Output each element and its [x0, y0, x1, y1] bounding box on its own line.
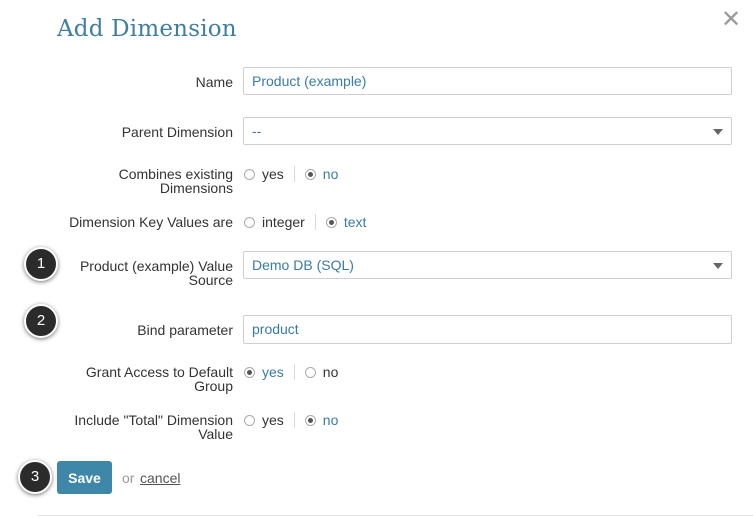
grant-no-label[interactable]: no [323, 364, 339, 380]
key-integer-label[interactable]: integer [262, 214, 305, 230]
key-text-radio[interactable] [325, 216, 337, 228]
value-source-label: Product (example) Value Source [33, 259, 233, 287]
or-text: or [122, 470, 135, 486]
dialog-title: Add Dimension [57, 16, 237, 42]
value-source-value: Demo DB (SQL) [252, 257, 354, 273]
combines-no-radio[interactable] [304, 168, 316, 180]
grant-yes-radio[interactable] [244, 366, 255, 378]
combines-existing-label-line1: Combines existing [118, 166, 233, 182]
combines-existing-label: Combines existing Dimensions [33, 167, 233, 195]
key-integer-radio[interactable] [244, 216, 255, 228]
include-total-label: Include "Total" Dimension Value [33, 413, 233, 441]
radio-separator [314, 214, 316, 230]
total-yes-label[interactable]: yes [262, 412, 284, 428]
total-no-label[interactable]: no [323, 412, 339, 428]
name-label: Name [195, 74, 233, 90]
key-values-radio-group: integer text [244, 214, 366, 230]
grant-yes-label[interactable]: yes [262, 364, 284, 380]
name-field[interactable]: Product (example) [243, 67, 732, 95]
chevron-down-icon [713, 263, 723, 269]
parent-dimension-value: -- [252, 123, 262, 139]
include-total-radio-group: yes no [244, 412, 338, 428]
grant-no-radio[interactable] [304, 366, 316, 378]
combines-existing-label-line2: Dimensions [159, 180, 233, 196]
close-icon[interactable]: ✕ [721, 8, 741, 32]
value-source-label-line1: Product (example) Value [79, 258, 233, 274]
radio-separator [293, 412, 295, 428]
bind-parameter-field[interactable]: product [243, 315, 732, 344]
grant-access-label-line2: Group [194, 378, 233, 394]
grant-access-label: Grant Access to Default Group [33, 365, 233, 393]
include-total-label-line2: Value [198, 426, 233, 442]
grant-access-radio-group: yes no [244, 364, 338, 380]
combines-no-label[interactable]: no [323, 166, 339, 182]
combines-yes-label[interactable]: yes [262, 166, 284, 182]
save-button[interactable]: Save [57, 461, 112, 494]
grant-access-label-line1: Grant Access to Default [85, 364, 233, 380]
key-values-label: Dimension Key Values are [69, 214, 233, 230]
radio-separator [293, 364, 295, 380]
key-text-label[interactable]: text [344, 214, 367, 230]
bind-parameter-label: Bind parameter [137, 322, 233, 338]
chevron-down-icon [713, 129, 723, 135]
combines-yes-radio[interactable] [244, 168, 255, 180]
total-yes-radio[interactable] [244, 414, 255, 426]
total-no-radio[interactable] [304, 414, 316, 426]
footer-divider [38, 515, 753, 516]
value-source-label-line2: Source [188, 272, 233, 288]
parent-dimension-select[interactable]: -- [243, 117, 732, 145]
cancel-link[interactable]: cancel [140, 470, 180, 486]
radio-separator [293, 166, 295, 182]
step-badge-3: 3 [18, 460, 52, 494]
parent-dimension-label: Parent Dimension [121, 124, 233, 140]
value-source-select[interactable]: Demo DB (SQL) [243, 251, 732, 279]
include-total-label-line1: Include "Total" Dimension [74, 412, 233, 428]
combines-existing-radio-group: yes no [244, 166, 338, 182]
